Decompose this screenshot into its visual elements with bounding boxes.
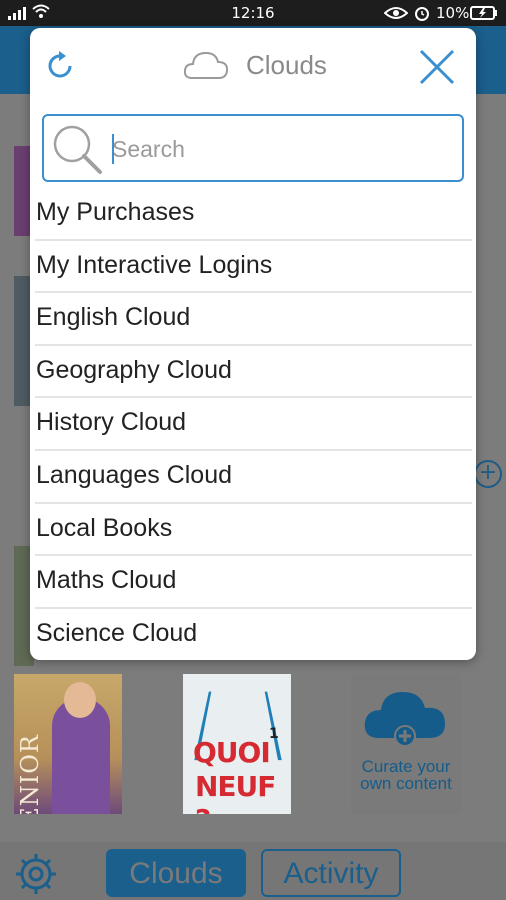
cloud-network-icon (364, 692, 445, 746)
dialog-header: Clouds (30, 28, 476, 106)
search-input[interactable] (110, 128, 450, 170)
search-icon (53, 125, 102, 174)
list-item-history-cloud[interactable]: History Cloud (35, 398, 472, 451)
battery-charging-icon (470, 6, 498, 24)
close-icon[interactable] (418, 48, 456, 86)
cloud-icon (183, 51, 229, 79)
activity-tab-button[interactable]: Activity (261, 849, 401, 897)
list-item-english-cloud[interactable]: English Cloud (35, 293, 472, 346)
clouds-tab-button[interactable]: Clouds (106, 849, 246, 897)
refresh-icon[interactable] (46, 50, 76, 80)
eye-icon (383, 6, 409, 24)
status-bar: 12:16 10% (0, 0, 506, 26)
alarm-icon (414, 4, 430, 26)
book-title-line2: NEUF ? (195, 770, 276, 814)
book-senior[interactable]: SENIOR (14, 674, 122, 814)
book-volume-number: 1 (269, 726, 279, 742)
curate-label: Curate your own content (360, 757, 452, 793)
text-cursor (112, 134, 114, 164)
add-icon[interactable]: + (474, 460, 502, 488)
book-quoi-de-neuf[interactable]: 1 QUOI NEUF ? (183, 674, 291, 814)
list-item-maths-cloud[interactable]: Maths Cloud (35, 556, 472, 609)
book-title: SENIOR (16, 734, 44, 814)
clouds-dialog: Clouds My Purchases My Interactive Login… (30, 28, 476, 660)
battery-percent: 10% (436, 4, 470, 22)
bottom-bar: Clouds Activity (0, 842, 506, 900)
list-item-languages-cloud[interactable]: Languages Cloud (35, 451, 472, 504)
dialog-title: Clouds (246, 50, 327, 80)
curate-content-tile[interactable]: Curate your own content (351, 674, 461, 814)
list-item-science-cloud[interactable]: Science Cloud (35, 609, 472, 660)
search-box (42, 114, 464, 182)
list-item-geography-cloud[interactable]: Geography Cloud (35, 346, 472, 399)
list-item-my-interactive-logins[interactable]: My Interactive Logins (35, 241, 472, 294)
book-title-line1: QUOI (193, 736, 271, 769)
clouds-list: My Purchases My Interactive Logins Engli… (35, 188, 472, 660)
list-item-local-books[interactable]: Local Books (35, 504, 472, 557)
settings-gear-icon[interactable] (14, 852, 58, 896)
list-item-my-purchases[interactable]: My Purchases (35, 188, 472, 241)
book-cover-image (64, 682, 96, 718)
status-time: 12:16 (231, 4, 275, 22)
